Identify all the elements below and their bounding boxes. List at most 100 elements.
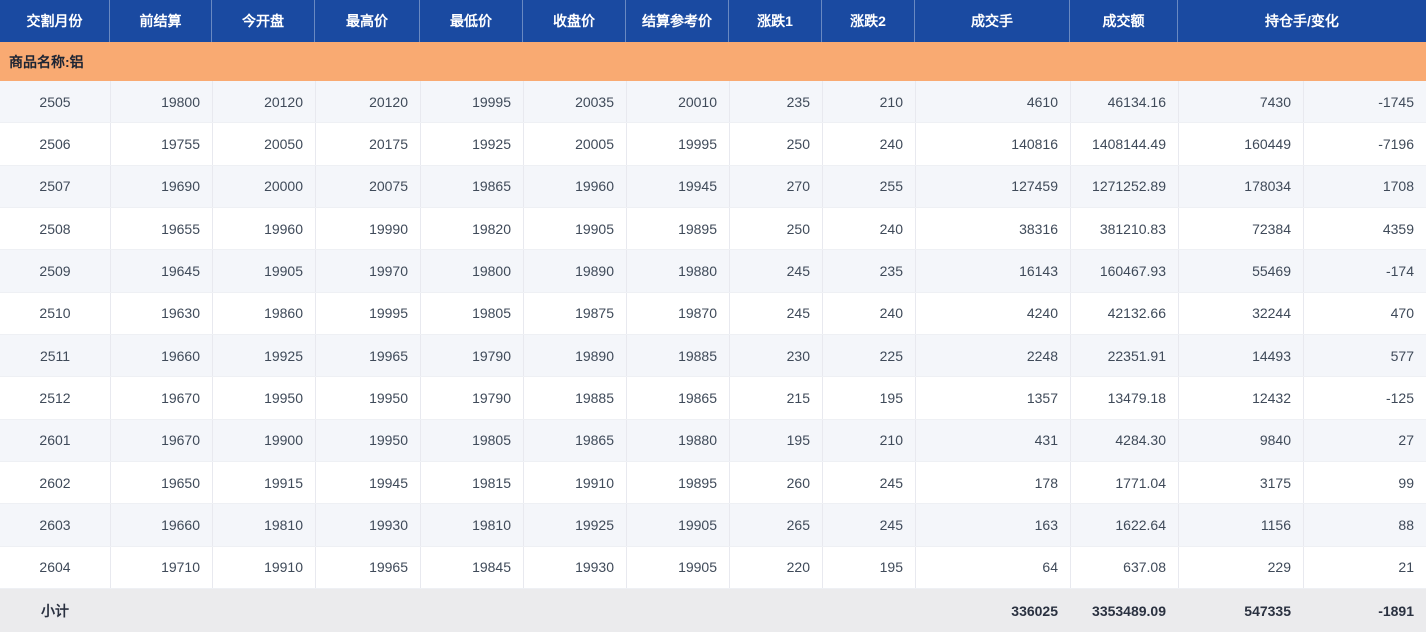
cell-prev-settlement: 19710	[110, 547, 212, 588]
cell-prev-settlement: 19670	[110, 377, 212, 418]
cell-high: 19970	[315, 250, 420, 291]
cell-open-interest: 7430	[1178, 81, 1303, 122]
cell-change-1: 245	[729, 293, 822, 334]
cell-open-interest: 72384	[1178, 208, 1303, 249]
subtotal-label: 小计	[0, 589, 110, 632]
table-row: 2512196701995019950197901988519865215195…	[0, 377, 1426, 419]
cell-prev-settlement: 19755	[110, 123, 212, 164]
cell-high: 19950	[315, 377, 420, 418]
cell-open: 19905	[212, 250, 315, 291]
cell-delivery-month: 2505	[0, 81, 110, 122]
subtotal-change-2	[822, 589, 915, 632]
cell-low: 19790	[420, 335, 523, 376]
cell-oi-change: -125	[1303, 377, 1426, 418]
cell-close: 19875	[523, 293, 626, 334]
cell-oi-change: 470	[1303, 293, 1426, 334]
cell-turnover: 1622.64	[1070, 504, 1178, 545]
cell-open: 19925	[212, 335, 315, 376]
subtotal-settlement-ref	[626, 589, 729, 632]
cell-close: 20005	[523, 123, 626, 164]
cell-volume: 431	[915, 420, 1070, 461]
subtotal-close	[523, 589, 626, 632]
subtotal-turnover: 3353489.09	[1070, 589, 1178, 632]
cell-settlement-ref: 19880	[626, 250, 729, 291]
cell-open-interest: 14493	[1178, 335, 1303, 376]
cell-settlement-ref: 19995	[626, 123, 729, 164]
cell-high: 20120	[315, 81, 420, 122]
cell-change-2: 195	[822, 547, 915, 588]
table-row: 2604197101991019965198451993019905220195…	[0, 547, 1426, 589]
cell-change-1: 245	[729, 250, 822, 291]
cell-oi-change: -1745	[1303, 81, 1426, 122]
cell-close: 19885	[523, 377, 626, 418]
cell-open-interest: 229	[1178, 547, 1303, 588]
commodity-name-banner: 商品名称:铝	[0, 42, 1426, 81]
cell-prev-settlement: 19650	[110, 462, 212, 503]
cell-turnover: 1271252.89	[1070, 166, 1178, 207]
cell-low: 19790	[420, 377, 523, 418]
cell-close: 19960	[523, 166, 626, 207]
cell-open-interest: 32244	[1178, 293, 1303, 334]
cell-change-2: 255	[822, 166, 915, 207]
header-prev-settlement: 前结算	[110, 0, 212, 42]
cell-volume: 4610	[915, 81, 1070, 122]
cell-oi-change: -7196	[1303, 123, 1426, 164]
cell-close: 19890	[523, 250, 626, 291]
cell-high: 19950	[315, 420, 420, 461]
cell-turnover: 46134.16	[1070, 81, 1178, 122]
cell-low: 19820	[420, 208, 523, 249]
cell-close: 19925	[523, 504, 626, 545]
cell-low: 19845	[420, 547, 523, 588]
cell-change-2: 245	[822, 504, 915, 545]
cell-prev-settlement: 19630	[110, 293, 212, 334]
cell-close: 19910	[523, 462, 626, 503]
header-low: 最低价	[420, 0, 523, 42]
cell-change-2: 195	[822, 377, 915, 418]
cell-prev-settlement: 19800	[110, 81, 212, 122]
subtotal-row: 小计 336025 3353489.09 547335 -1891	[0, 589, 1426, 632]
table-row: 2603196601981019930198101992519905265245…	[0, 504, 1426, 546]
cell-volume: 1357	[915, 377, 1070, 418]
cell-open: 19960	[212, 208, 315, 249]
cell-change-1: 265	[729, 504, 822, 545]
cell-delivery-month: 2601	[0, 420, 110, 461]
cell-low: 19805	[420, 293, 523, 334]
futures-quote-table: 交割月份 前结算 今开盘 最高价 最低价 收盘价 结算参考价 涨跌1 涨跌2 成…	[0, 0, 1426, 632]
cell-prev-settlement: 19690	[110, 166, 212, 207]
cell-close: 19890	[523, 335, 626, 376]
cell-low: 19815	[420, 462, 523, 503]
cell-change-1: 250	[729, 123, 822, 164]
cell-oi-change: 577	[1303, 335, 1426, 376]
cell-settlement-ref: 19880	[626, 420, 729, 461]
cell-change-1: 260	[729, 462, 822, 503]
cell-open: 20000	[212, 166, 315, 207]
cell-high: 19965	[315, 335, 420, 376]
cell-turnover: 381210.83	[1070, 208, 1178, 249]
cell-settlement-ref: 19865	[626, 377, 729, 418]
cell-turnover: 637.08	[1070, 547, 1178, 588]
cell-volume: 64	[915, 547, 1070, 588]
table-row: 2510196301986019995198051987519870245240…	[0, 293, 1426, 335]
cell-low: 19810	[420, 504, 523, 545]
table-row: 2511196601992519965197901989019885230225…	[0, 335, 1426, 377]
cell-settlement-ref: 19885	[626, 335, 729, 376]
cell-high: 20075	[315, 166, 420, 207]
cell-settlement-ref: 19895	[626, 462, 729, 503]
cell-change-2: 245	[822, 462, 915, 503]
cell-high: 19965	[315, 547, 420, 588]
cell-oi-change: 99	[1303, 462, 1426, 503]
cell-high: 19995	[315, 293, 420, 334]
cell-turnover: 1771.04	[1070, 462, 1178, 503]
cell-turnover: 160467.93	[1070, 250, 1178, 291]
cell-high: 20175	[315, 123, 420, 164]
cell-open-interest: 9840	[1178, 420, 1303, 461]
cell-delivery-month: 2510	[0, 293, 110, 334]
table-header-row: 交割月份 前结算 今开盘 最高价 最低价 收盘价 结算参考价 涨跌1 涨跌2 成…	[0, 0, 1426, 42]
cell-volume: 4240	[915, 293, 1070, 334]
commodity-name-label: 商品名称:铝	[9, 52, 84, 72]
cell-low: 19800	[420, 250, 523, 291]
subtotal-open-interest: 547335	[1178, 589, 1303, 632]
cell-delivery-month: 2603	[0, 504, 110, 545]
subtotal-high	[315, 589, 420, 632]
cell-volume: 140816	[915, 123, 1070, 164]
